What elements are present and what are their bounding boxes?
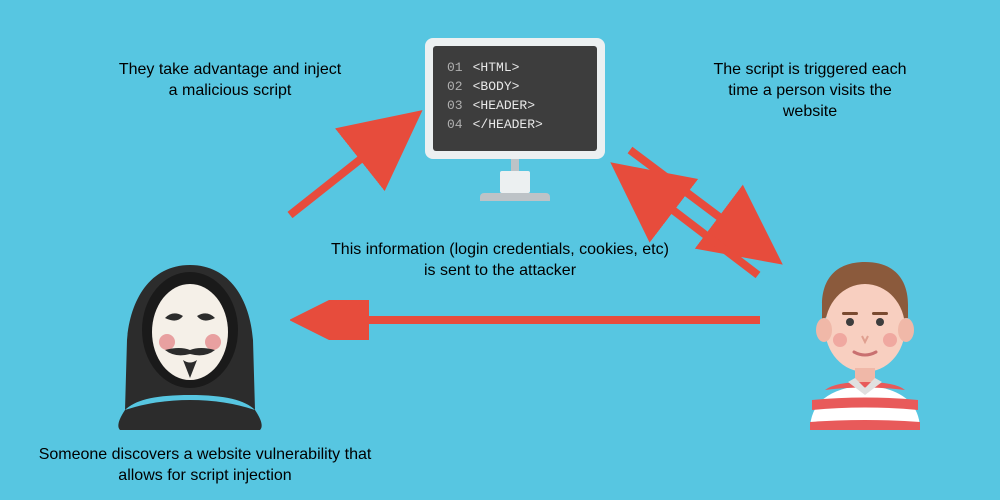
code-line-num: 03 [447, 98, 463, 113]
code-line-tag: <BODY> [473, 79, 520, 94]
code-line-tag: <HTML> [473, 60, 520, 75]
label-inject: They take advantage and inject a malicio… [115, 60, 345, 102]
code-line-tag: <HEADER> [473, 98, 535, 113]
code-line-num: 04 [447, 117, 463, 132]
user-figure [780, 250, 950, 435]
arrow-triggered-up [608, 160, 778, 290]
arrow-info-sent [290, 300, 770, 340]
hacker-figure [105, 250, 275, 435]
code-line-4: 04 </HEADER> [447, 115, 583, 134]
code-line-2: 02 <BODY> [447, 77, 583, 96]
arrow-inject [280, 105, 430, 225]
label-discover: Someone discovers a website vulnerabilit… [35, 445, 375, 487]
code-line-1: 01 <HTML> [447, 58, 583, 77]
code-line-tag: </HEADER> [473, 117, 543, 132]
code-line-3: 03 <HEADER> [447, 96, 583, 115]
code-line-num: 02 [447, 79, 463, 94]
code-line-num: 01 [447, 60, 463, 75]
computer-monitor: 01 <HTML> 02 <BODY> 03 <HEADER> 04 </HEA… [425, 38, 605, 201]
label-triggered: The script is triggered each time a pers… [700, 60, 920, 122]
